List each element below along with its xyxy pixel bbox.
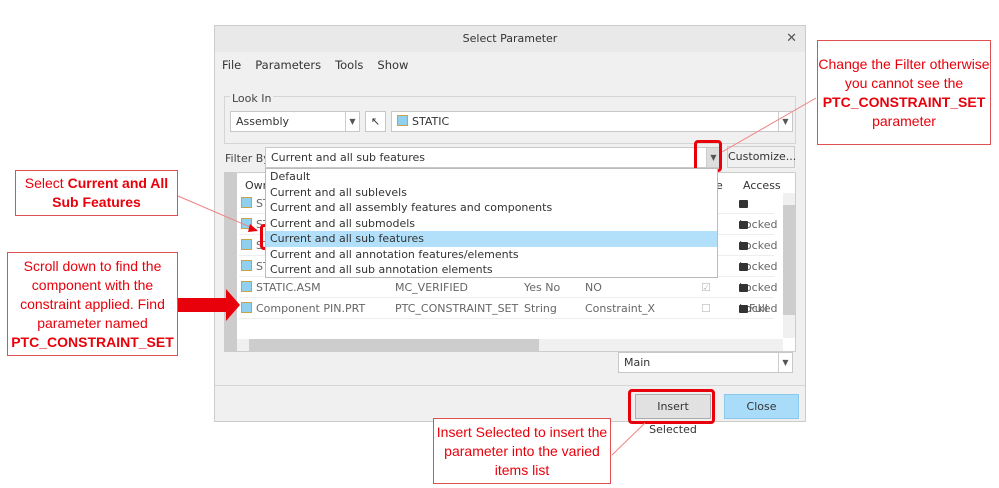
annotation-arrows <box>177 97 817 456</box>
arrow-line <box>177 195 258 231</box>
big-arrow-icon <box>178 289 240 321</box>
arrow-line <box>611 422 646 456</box>
arrowhead <box>248 224 258 232</box>
arrow-line <box>721 97 817 153</box>
